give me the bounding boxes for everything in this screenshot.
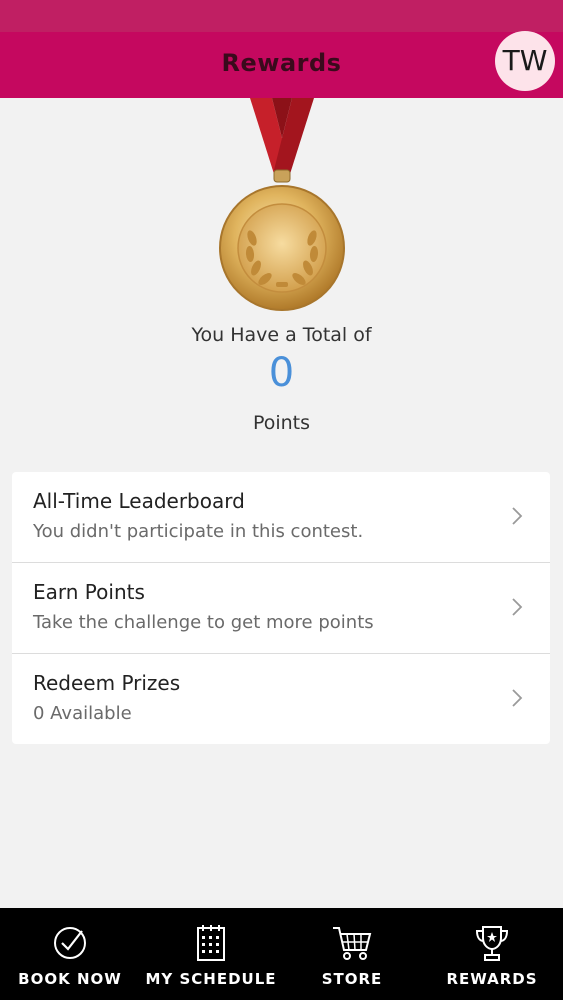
cart-icon (333, 927, 372, 960)
menu-item-leaderboard[interactable]: All-Time Leaderboard You didn't particip… (12, 472, 550, 562)
menu-item-subtitle: Take the challenge to get more points (33, 612, 374, 633)
chevron-right-icon (512, 689, 523, 707)
menu-item-redeem-prizes[interactable]: Redeem Prizes 0 Available (12, 654, 550, 744)
trophy-icon (475, 926, 509, 961)
medal-icon (219, 98, 345, 311)
tab-label: REWARDS (446, 970, 538, 988)
tab-label: MY SCHEDULE (145, 970, 277, 988)
points-value: 0 (268, 350, 295, 396)
menu-item-subtitle: 0 Available (33, 703, 132, 724)
tab-rewards[interactable]: REWARDS (422, 908, 562, 1000)
tab-book-now[interactable]: BOOK NOW (0, 908, 140, 1000)
page-title: Rewards (221, 49, 342, 77)
tab-store[interactable]: STORE (282, 908, 422, 1000)
menu-item-title: Redeem Prizes (33, 671, 181, 695)
check-circle-icon (54, 927, 86, 959)
chevron-right-icon (512, 507, 523, 525)
app-header: Rewards (0, 32, 563, 98)
tab-label: STORE (321, 970, 383, 988)
bottom-tab-bar: BOOK NOW MY SCHEDULE STORE REWARDS (0, 908, 563, 1000)
points-label: Points (252, 412, 311, 434)
tab-my-schedule[interactable]: MY SCHEDULE (141, 908, 281, 1000)
calendar-icon (197, 925, 225, 961)
menu-item-subtitle: You didn't participate in this contest. (33, 521, 364, 542)
chevron-right-icon (512, 598, 523, 616)
avatar[interactable]: TW (495, 31, 555, 91)
menu-item-title: Earn Points (33, 580, 145, 604)
status-bar (0, 0, 563, 32)
total-label: You Have a Total of (191, 324, 372, 346)
menu-item-earn-points[interactable]: Earn Points Take the challenge to get mo… (12, 563, 550, 653)
rewards-menu-card: All-Time Leaderboard You didn't particip… (12, 472, 550, 744)
menu-item-title: All-Time Leaderboard (33, 489, 245, 513)
tab-label: BOOK NOW (18, 970, 122, 988)
